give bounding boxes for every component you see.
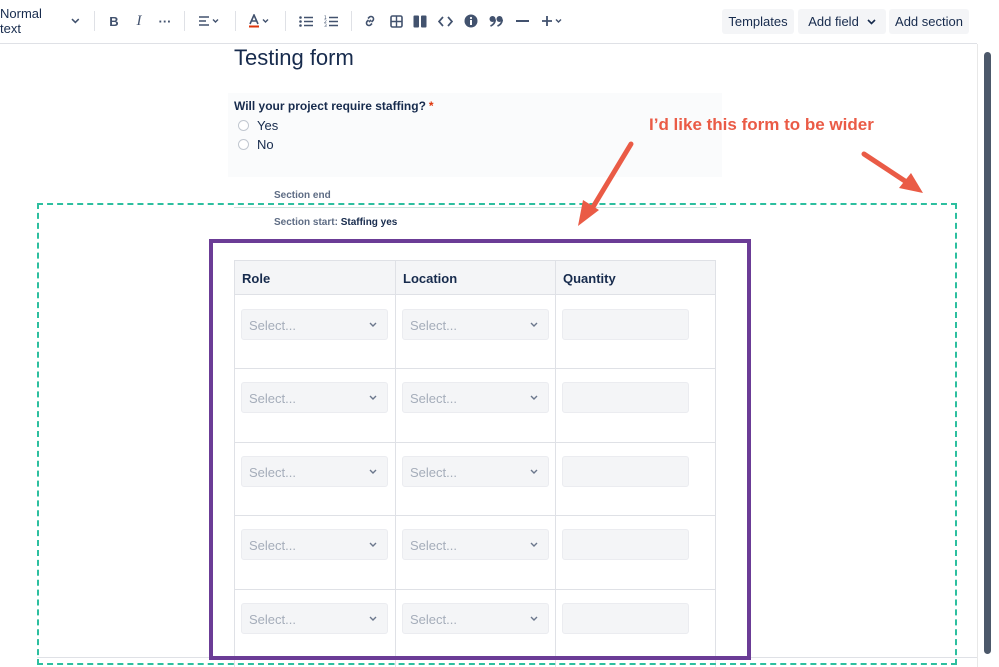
quote-icon[interactable] [488,8,504,34]
link-icon[interactable] [362,8,378,34]
radio-button[interactable] [238,120,249,131]
text-style-dropdown[interactable]: Normal text [0,6,80,36]
more-formatting-icon[interactable]: ··· [156,8,174,34]
info-icon[interactable] [463,8,479,34]
text-color-icon [249,14,269,28]
radio-label: No [257,137,274,152]
radio-button[interactable] [238,139,249,150]
chevron-down-icon [867,18,876,25]
vertical-scrollbar[interactable] [977,44,999,667]
divider-icon[interactable] [514,8,530,34]
align-left-icon [199,16,219,26]
italic-icon[interactable]: I [132,8,146,34]
layout-columns-icon[interactable] [412,8,428,34]
annotation-text: I’d like this form to be wider [649,115,874,134]
table-icon[interactable] [388,8,404,34]
alignment-dropdown[interactable] [195,8,223,34]
toolbar-divider [235,11,236,31]
code-icon[interactable] [437,8,454,34]
toolbar-divider [94,11,95,31]
bold-icon[interactable]: B [106,8,122,34]
svg-text:3: 3 [324,23,327,27]
required-marker: * [428,99,434,113]
chevron-down-icon [71,18,80,24]
annotation-arrow-right [861,151,914,188]
text-color-dropdown[interactable] [246,8,274,34]
question-text: Will your project require staffing? [234,99,426,113]
toolbar-divider [285,11,286,31]
toolbar-divider [351,11,352,31]
add-section-label: Add section [895,14,963,29]
bullet-list-icon[interactable] [298,8,314,34]
toolbar-divider [184,11,185,31]
text-style-label: Normal text [0,6,42,36]
add-field-label: Add field [808,14,859,29]
editor-toolbar: Normal text B I ··· 123 Templates Add fi… [0,0,977,44]
radio-option-yes[interactable]: Yes [238,118,278,133]
radio-option-no[interactable]: No [238,137,274,152]
annotation-highlight-box [209,239,751,660]
plus-icon [542,16,562,26]
radio-label: Yes [257,118,279,133]
question-label: Will your project require staffing? * [234,99,434,113]
numbered-list-icon[interactable]: 123 [323,8,339,34]
insert-dropdown[interactable] [540,8,566,34]
templates-button[interactable]: Templates [722,9,794,34]
annotation-arrowhead-right [899,173,923,193]
templates-label: Templates [728,14,788,29]
section-end-marker: Section end [274,190,331,201]
question-card[interactable]: Will your project require staffing? * Yes… [228,93,722,177]
form-title[interactable]: Testing form [234,45,354,71]
add-field-button[interactable]: Add field [798,9,886,34]
add-section-button[interactable]: Add section [889,9,969,34]
scrollbar-thumb[interactable] [984,52,991,654]
